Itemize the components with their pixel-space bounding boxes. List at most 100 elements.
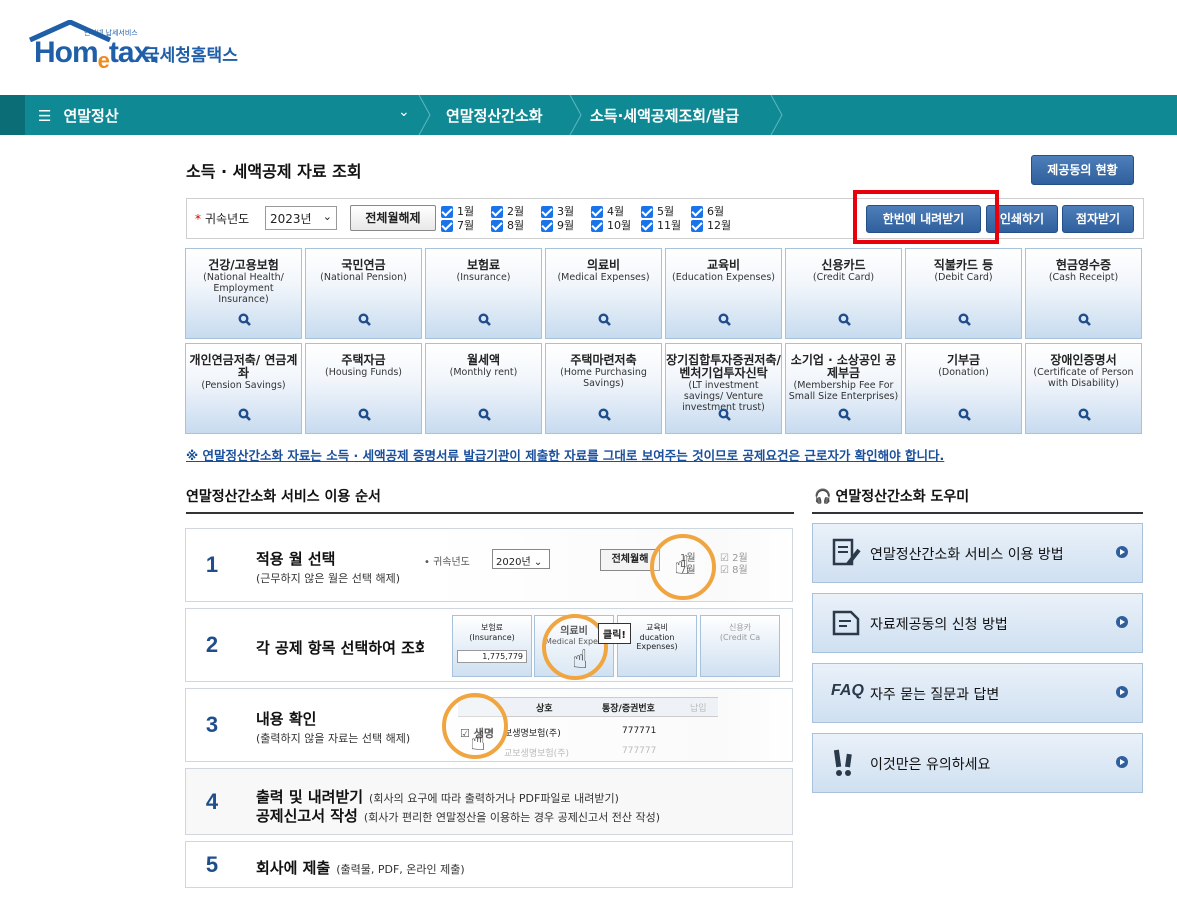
illus-tile-insurance: 보험료 (Insurance) 1,775,779 — [452, 615, 532, 677]
click-tooltip: 클릭! — [598, 623, 631, 644]
helper-label: 자료제공동의 신청 방법 — [870, 617, 1008, 633]
step-number: 1 — [205, 552, 219, 577]
headset-icon: 🎧 — [814, 489, 832, 505]
hamburger-icon: ☰ — [38, 107, 52, 125]
arrow-right-icon — [1116, 756, 1128, 768]
month-checkbox-1[interactable]: 1월 — [441, 205, 474, 219]
checkbox-checked-icon — [591, 206, 603, 218]
illus-col-payment: 납입 — [690, 704, 707, 714]
tile-label-kr: 기부금 — [946, 353, 981, 367]
checkbox-checked-icon — [691, 206, 703, 218]
helper-section-title: 🎧 연말정산간소화 도우미 — [814, 489, 970, 505]
search-icon — [1078, 408, 1091, 421]
month-checkbox-8[interactable]: 8월 — [491, 219, 524, 233]
deduction-tile[interactable]: 교육비 (Education Expenses) — [665, 248, 782, 339]
deduction-tile[interactable]: 직불카드 등 (Debit Card) — [905, 248, 1022, 339]
month-checkbox-5[interactable]: 5월 — [641, 205, 674, 219]
checkbox-checked-icon — [441, 206, 453, 218]
tile-label-en: (Home Purchasing Savings) — [560, 367, 647, 389]
deduction-tile[interactable]: 장기집합투자증권저축/ 벤처기업투자신탁 (LT investment savin… — [665, 343, 782, 434]
step-1-illustration: • 귀속년도 2020년 ⌄ 전체월해 1월 7월 ☑ 2월 ☑ 8월 ☝ — [424, 529, 792, 601]
uncheck-all-months-button[interactable]: 전체월해제 — [350, 205, 436, 231]
tile-label-kr: 현금영수증 — [1055, 258, 1112, 272]
tile-label-kr: 주택자금 — [341, 353, 386, 367]
braille-button[interactable]: 점자받기 — [1062, 205, 1134, 233]
search-icon — [838, 408, 851, 421]
step-description: (근무하지 않은 월은 선택 해제) — [256, 572, 401, 585]
tile-label-en: (Cash Receipt) — [1048, 272, 1119, 283]
deduction-tile[interactable]: 건강/고용보험 (National Health/ Employment Insu… — [185, 248, 302, 339]
breadcrumb-separator — [770, 95, 783, 135]
search-icon — [958, 408, 971, 421]
helper-cautions[interactable]: 이것만은 유의하세요 — [812, 733, 1143, 793]
year-label: * 귀속년도 — [195, 212, 250, 226]
step-number: 4 — [205, 788, 219, 814]
helper-usage-guide[interactable]: 연말정산간소화 서비스 이용 방법 — [812, 523, 1143, 583]
deduction-tile[interactable]: 보험료 (Insurance) — [425, 248, 542, 339]
tile-label-kr: 신용카드 — [821, 258, 866, 272]
step-title: 각 공제 항목 선택하여 조회 — [256, 639, 429, 657]
document-edit-icon — [831, 538, 863, 570]
deduction-tile[interactable]: 소기업 · 소상공인 공제부금 (Membership Fee For Small… — [785, 343, 902, 434]
tile-label-kr: 교육비 — [706, 258, 741, 272]
deduction-tile[interactable]: 의료비 (Medical Expenses) — [545, 248, 662, 339]
year-select[interactable]: 2023년 ⌄ — [265, 206, 337, 230]
breadcrumb-item-simplified[interactable]: 연말정산간소화 — [446, 105, 543, 126]
checkbox-checked-icon — [641, 220, 653, 232]
helper-faq[interactable]: FAQ 자주 묻는 질문과 답변 — [812, 663, 1143, 723]
breadcrumb-item-current[interactable]: 소득·세액공제조회/발급 — [590, 105, 739, 126]
checkbox-checked-icon — [541, 206, 553, 218]
tile-label-kr: 월세액 — [466, 353, 501, 367]
deduction-tile[interactable]: 기부금 (Donation) — [905, 343, 1022, 434]
chevron-down-icon[interactable]: ⌄ — [398, 104, 410, 120]
tile-label-en: (Education Expenses) — [672, 272, 775, 283]
step-number: 5 — [205, 851, 219, 877]
helper-consent-guide[interactable]: 자료제공동의 신청 방법 — [812, 593, 1143, 653]
deduction-tile[interactable]: 국민연금 (National Pension) — [305, 248, 422, 339]
notice-link[interactable]: ※ 연말정산간소화 자료는 소득 · 세액공제 증명서류 발급기관이 제출한 자… — [186, 445, 944, 464]
step-title: 내용 확인 — [256, 710, 317, 728]
step-title: 회사에 제출 (출력물, PDF, 온라인 제출) — [256, 859, 465, 877]
checkbox-checked-icon — [491, 220, 503, 232]
illus-row2-company: 교보생명보험(주) — [504, 749, 569, 759]
month-checkbox-12[interactable]: 12월 — [691, 219, 731, 233]
consent-status-button[interactable]: 제공동의 현황 — [1031, 155, 1134, 185]
month-checkbox-9[interactable]: 9월 — [541, 219, 574, 233]
deduction-tile[interactable]: 신용카드 (Credit Card) — [785, 248, 902, 339]
tile-label-en: (National Pension) — [320, 272, 407, 283]
tile-label-kr: 장기집합투자증권저축/ 벤처기업투자신탁 — [666, 353, 781, 380]
month-checkbox-7[interactable]: 7월 — [441, 219, 474, 233]
tile-label-kr: 주택마련저축 — [570, 353, 637, 367]
logo-wordmark: Hometax. — [34, 36, 158, 73]
deduction-tile[interactable]: 개인연금저축/ 연금계좌 (Pension Savings) — [185, 343, 302, 434]
pointer-hand-icon: ☝ — [470, 727, 486, 757]
search-icon — [598, 408, 611, 421]
arrow-right-icon — [1116, 616, 1128, 628]
illus-tile-credit: 신용카 (Credit Ca — [700, 615, 780, 677]
search-icon — [238, 313, 251, 326]
deduction-tile[interactable]: 주택마련저축 (Home Purchasing Savings) — [545, 343, 662, 434]
document-icon — [831, 608, 863, 640]
checkbox-checked-icon — [491, 206, 503, 218]
month-checkbox-4[interactable]: 4월 — [591, 205, 624, 219]
month-checkbox-2[interactable]: 2월 — [491, 205, 524, 219]
tile-label-en: (Certificate of Person with Disability) — [1033, 367, 1134, 389]
month-checkbox-6[interactable]: 6월 — [691, 205, 724, 219]
search-icon — [1078, 313, 1091, 326]
helper-label: 자주 묻는 질문과 답변 — [870, 687, 1000, 703]
deduction-tile[interactable]: 주택자금 (Housing Funds) — [305, 343, 422, 434]
hometax-logo[interactable]: 인터넷 납세서비스 Hometax. 국세청홈택스 — [28, 20, 268, 73]
month-checkbox-11[interactable]: 11월 — [641, 219, 681, 233]
month-checkbox-10[interactable]: 10월 — [591, 219, 631, 233]
highlight-annotation-box — [853, 190, 999, 244]
deduction-tile[interactable]: 현금영수증 (Cash Receipt) — [1025, 248, 1142, 339]
illus-row-company: 보생명보험(주) — [504, 729, 561, 739]
illus-col-account: 통장/증권번호 — [602, 704, 655, 714]
deduction-tile[interactable]: 월세액 (Monthly rent) — [425, 343, 542, 434]
search-icon — [358, 313, 371, 326]
month-checkbox-3[interactable]: 3월 — [541, 205, 574, 219]
pointer-hand-icon: ☝ — [572, 645, 588, 675]
nav-menu-button[interactable]: ☰ 연말정산 — [38, 105, 119, 126]
deduction-tile[interactable]: 장애인증명서 (Certificate of Person with Disabi… — [1025, 343, 1142, 434]
step-5: 5 회사에 제출 (출력물, PDF, 온라인 제출) — [185, 841, 793, 888]
